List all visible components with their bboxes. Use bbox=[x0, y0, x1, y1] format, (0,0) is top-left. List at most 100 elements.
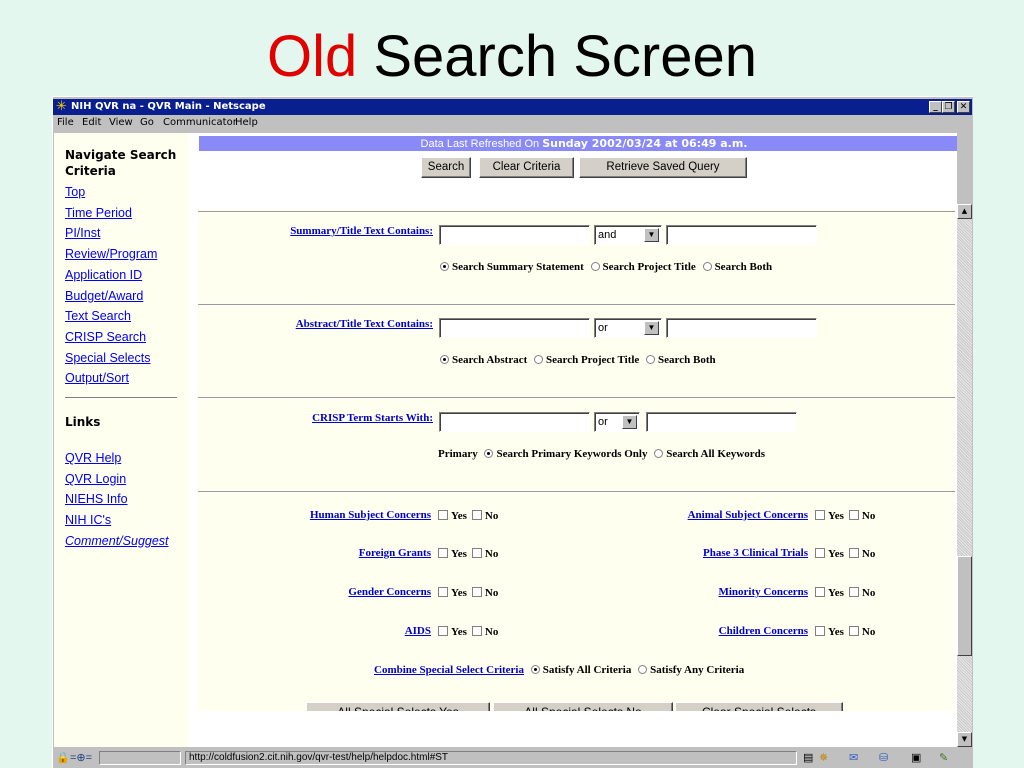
edit-pen-icon[interactable]: ✎ bbox=[939, 751, 948, 765]
checkbox-yes[interactable] bbox=[438, 587, 448, 597]
crisp-radio-all[interactable] bbox=[654, 449, 664, 458]
link-qvr-login[interactable]: QVR Login bbox=[65, 472, 126, 486]
menu-edit[interactable]: Edit bbox=[82, 115, 101, 131]
crisp-radio-primary[interactable] bbox=[484, 449, 494, 458]
summary-operator-select[interactable]: and ▼ bbox=[594, 225, 662, 245]
combine-radio-any[interactable] bbox=[638, 665, 648, 674]
maximize-button[interactable]: ❐ bbox=[942, 101, 955, 113]
crisp-term-input-2[interactable] bbox=[646, 412, 797, 432]
special-label-children[interactable]: Children Concerns bbox=[719, 625, 808, 637]
special-label-foreign-grants[interactable]: Foreign Grants bbox=[359, 547, 431, 559]
title-bar: ✳ NIH QVR na - QVR Main - Netscape _ ❐ ✕ bbox=[53, 99, 972, 115]
retrieve-saved-query-button[interactable]: Retrieve Saved Query bbox=[579, 157, 747, 178]
menu-go[interactable]: Go bbox=[140, 115, 154, 131]
crisp-option-all: Search All Keywords bbox=[666, 448, 766, 460]
menu-communicator[interactable]: Communicator bbox=[163, 115, 237, 131]
all-special-selects-yes-button[interactable]: All Special Selects Yes bbox=[306, 702, 490, 711]
composer-icon[interactable]: ▣ bbox=[911, 751, 921, 765]
special-label-phase3[interactable]: Phase 3 Clinical Trials bbox=[703, 547, 808, 559]
abstract-text-label[interactable]: Abstract/Title Text Contains: bbox=[296, 318, 433, 330]
nav-link-text-search[interactable]: Text Search bbox=[65, 309, 131, 323]
checkbox-yes[interactable] bbox=[438, 626, 448, 636]
menu-help[interactable]: Help bbox=[235, 115, 258, 131]
checkbox-yes[interactable] bbox=[438, 510, 448, 520]
menu-file[interactable]: File bbox=[57, 115, 74, 131]
yes-label: Yes bbox=[828, 626, 844, 638]
checkbox-yes[interactable] bbox=[438, 548, 448, 558]
summary-text-input-2[interactable] bbox=[666, 225, 817, 245]
special-yn-aids: Yes No bbox=[433, 626, 498, 638]
nav-link-budget-award[interactable]: Budget/Award bbox=[65, 289, 143, 303]
close-button[interactable]: ✕ bbox=[957, 101, 970, 113]
link-niehs-info[interactable]: NIEHS Info bbox=[65, 492, 128, 506]
checkbox-no[interactable] bbox=[471, 626, 482, 636]
summary-radio-statement[interactable] bbox=[440, 262, 449, 271]
nav-link-output-sort[interactable]: Output/Sort bbox=[65, 371, 129, 385]
checkbox-no[interactable] bbox=[471, 548, 482, 558]
abstract-text-input-2[interactable] bbox=[666, 318, 817, 338]
checkbox-yes[interactable] bbox=[815, 587, 825, 597]
dropdown-arrow-icon[interactable]: ▼ bbox=[644, 228, 659, 242]
special-label-aids[interactable]: AIDS bbox=[405, 625, 431, 637]
checkbox-no[interactable] bbox=[848, 626, 859, 636]
vertical-scrollbar[interactable]: ▲ ▼ bbox=[957, 204, 972, 747]
summary-text-label[interactable]: Summary/Title Text Contains: bbox=[290, 225, 433, 237]
minimize-button[interactable]: _ bbox=[929, 101, 942, 113]
search-button[interactable]: Search bbox=[421, 157, 471, 178]
abstract-option-both: Search Both bbox=[658, 354, 716, 366]
summary-radio-both[interactable] bbox=[702, 262, 712, 271]
abstract-radio-both[interactable] bbox=[646, 355, 656, 364]
link-nih-ics[interactable]: NIH IC's bbox=[65, 513, 111, 527]
checkbox-no[interactable] bbox=[848, 510, 859, 520]
combine-criteria-row: Combine Special Select Criteria Satisfy … bbox=[374, 664, 744, 676]
checkbox-no[interactable] bbox=[471, 510, 482, 520]
special-label-gender[interactable]: Gender Concerns bbox=[348, 586, 431, 598]
slide-title-old: Old bbox=[266, 24, 358, 89]
dropdown-arrow-icon[interactable]: ▼ bbox=[622, 415, 637, 429]
checkbox-no[interactable] bbox=[848, 587, 859, 597]
crisp-term-label[interactable]: CRISP Term Starts With: bbox=[312, 412, 433, 424]
nav-link-crisp-search[interactable]: CRISP Search bbox=[65, 330, 146, 344]
abstract-text-input-1[interactable] bbox=[439, 318, 590, 338]
nav-link-special-selects[interactable]: Special Selects bbox=[65, 351, 150, 365]
checkbox-yes[interactable] bbox=[815, 626, 825, 636]
discussion-icon[interactable]: ⛁ bbox=[879, 751, 888, 765]
abstract-radio-title[interactable] bbox=[534, 355, 544, 364]
special-label-minority[interactable]: Minority Concerns bbox=[718, 586, 808, 598]
security-lock-icon[interactable]: 🔒 bbox=[56, 751, 70, 765]
crisp-term-input-1[interactable] bbox=[439, 412, 590, 432]
nav-link-top[interactable]: Top bbox=[65, 185, 85, 199]
special-yn-animal-subject: Yes No bbox=[810, 510, 875, 522]
checkbox-yes[interactable] bbox=[815, 548, 825, 558]
star-icon[interactable]: ✵ bbox=[819, 751, 828, 765]
clear-criteria-button[interactable]: Clear Criteria bbox=[479, 157, 574, 178]
scroll-thumb[interactable] bbox=[957, 556, 972, 656]
nav-link-time-period[interactable]: Time Period bbox=[65, 206, 132, 220]
scroll-down-icon[interactable]: ▼ bbox=[957, 732, 972, 747]
nav-link-application-id[interactable]: Application ID bbox=[65, 268, 142, 282]
checkbox-no[interactable] bbox=[848, 548, 859, 558]
all-special-selects-no-button[interactable]: All Special Selects No bbox=[493, 702, 673, 711]
nav-link-review-program[interactable]: Review/Program bbox=[65, 247, 157, 261]
combine-criteria-label[interactable]: Combine Special Select Criteria bbox=[374, 664, 524, 676]
checkbox-no[interactable] bbox=[471, 587, 482, 597]
abstract-radio-abstract[interactable] bbox=[440, 355, 449, 364]
summary-radio-title[interactable] bbox=[590, 262, 600, 271]
summary-text-input-1[interactable] bbox=[439, 225, 590, 245]
nav-link-pi-inst[interactable]: PI/Inst bbox=[65, 226, 100, 240]
special-label-human-subject[interactable]: Human Subject Concerns bbox=[310, 509, 431, 521]
combine-radio-all[interactable] bbox=[530, 665, 540, 674]
link-qvr-help[interactable]: QVR Help bbox=[65, 451, 121, 465]
menu-view[interactable]: View bbox=[109, 115, 133, 131]
special-label-animal-subject[interactable]: Animal Subject Concerns bbox=[688, 509, 808, 521]
scroll-up-icon[interactable]: ▲ bbox=[957, 204, 972, 219]
clear-special-selects-button[interactable]: Clear Special Selects bbox=[675, 702, 843, 711]
yes-label: Yes bbox=[828, 510, 844, 522]
checkbox-yes[interactable] bbox=[815, 510, 825, 520]
link-comment-suggest[interactable]: Comment/Suggest bbox=[65, 534, 169, 548]
abstract-operator-select[interactable]: or ▼ bbox=[594, 318, 662, 338]
no-label: No bbox=[484, 587, 499, 599]
dropdown-arrow-icon[interactable]: ▼ bbox=[644, 321, 659, 335]
crisp-operator-select[interactable]: or ▼ bbox=[594, 412, 640, 432]
mail-icon[interactable]: ✉ bbox=[849, 751, 858, 765]
